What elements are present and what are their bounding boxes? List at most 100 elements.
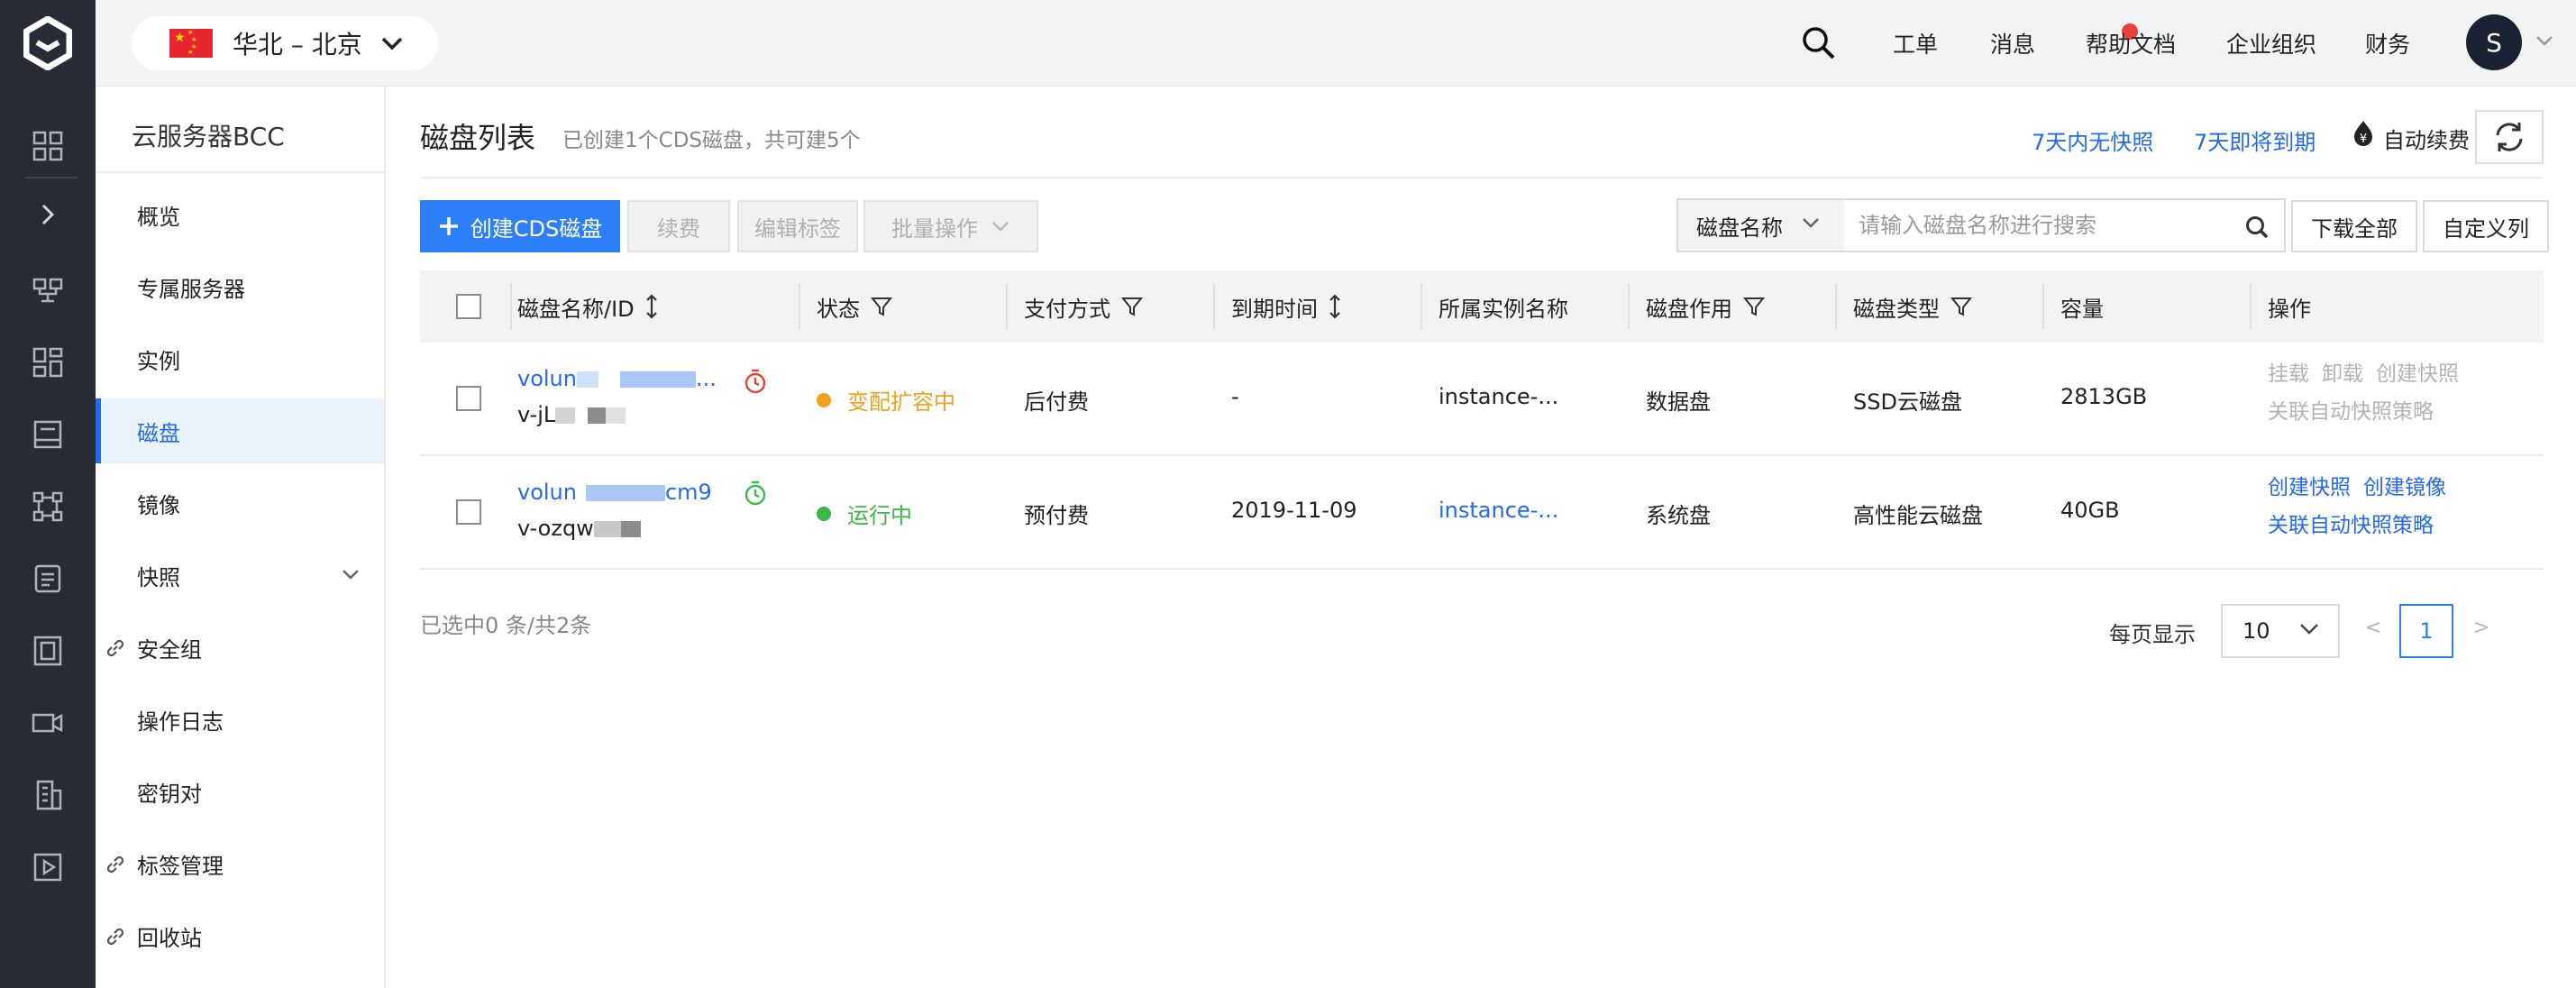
rail-office[interactable] bbox=[0, 759, 96, 831]
edit-tags-button[interactable]: 编辑标签 bbox=[737, 200, 858, 252]
expire-cell: 2019-11-09 bbox=[1231, 498, 1357, 523]
renew-button[interactable]: 续费 bbox=[627, 200, 730, 252]
disk-name-link[interactable]: volun cm9 bbox=[517, 480, 712, 505]
rail-video[interactable] bbox=[0, 687, 96, 759]
sidebar-item-instances[interactable]: 实例 bbox=[96, 326, 384, 391]
col-expire: 到期时间 bbox=[1231, 270, 1341, 343]
sidebar-item-overview[interactable]: 概览 bbox=[96, 182, 384, 247]
finance-link[interactable]: 财务 bbox=[2365, 27, 2410, 59]
usage-cell: 系统盘 bbox=[1646, 503, 1711, 528]
chevron-down-icon bbox=[341, 568, 361, 581]
download-all-button[interactable]: 下载全部 bbox=[2291, 200, 2417, 252]
sidebar-item-recycle-bin[interactable]: 回收站 bbox=[96, 903, 384, 968]
column-divider bbox=[1628, 283, 1630, 330]
row-checkbox[interactable] bbox=[456, 499, 481, 525]
search-input[interactable] bbox=[1859, 202, 2237, 249]
disk-table: 磁盘名称/ID 状态 支付方式 到期时间 所属实例名称 磁盘作用 磁盘类型 容量… bbox=[420, 270, 2544, 570]
rail-database[interactable] bbox=[0, 543, 96, 615]
rail-dashboard[interactable] bbox=[0, 110, 96, 182]
rail-play[interactable] bbox=[0, 831, 96, 903]
region-selector[interactable]: ★ ★ ★ ★ ★ 华北 – 北京 bbox=[132, 16, 438, 70]
page-1-button[interactable]: 1 bbox=[2399, 604, 2453, 658]
rail-expand[interactable] bbox=[0, 178, 96, 251]
instance-link[interactable]: instance-... bbox=[1439, 498, 1558, 523]
unmount-action[interactable]: 卸载 bbox=[2322, 362, 2363, 386]
sidebar-item-images[interactable]: 镜像 bbox=[96, 471, 384, 535]
help-docs-link[interactable]: 帮助文档 bbox=[2086, 27, 2176, 59]
filter-icon[interactable] bbox=[1950, 296, 1972, 317]
col-name-id-label: 磁盘名称/ID bbox=[517, 296, 635, 322]
filter-icon[interactable] bbox=[1743, 296, 1765, 317]
auto-snapshot-policy-action[interactable]: 关联自动快照策略 bbox=[2268, 400, 2434, 424]
sidebar-item-dedicated-server[interactable]: 专属服务器 bbox=[96, 254, 384, 319]
rail-network[interactable] bbox=[0, 254, 96, 326]
timer-icon bbox=[743, 480, 768, 507]
header-divider bbox=[420, 177, 2544, 178]
table-row: volun... v-jL 变配扩容中 后付费 - instance-... 数… bbox=[420, 343, 2544, 456]
rail-grid[interactable] bbox=[0, 326, 96, 398]
search-field-label: 磁盘名称 bbox=[1696, 215, 1783, 241]
row-actions: 创建快照 创建镜像 关联自动快照策略 bbox=[2268, 469, 2459, 544]
sidebar-item-tag-management[interactable]: 标签管理 bbox=[96, 831, 384, 896]
sort-icon[interactable] bbox=[645, 293, 658, 320]
create-image-action[interactable]: 创建镜像 bbox=[2363, 476, 2446, 499]
sidebar-item-disks[interactable]: 磁盘 bbox=[96, 398, 384, 463]
filter-icon[interactable] bbox=[1121, 296, 1143, 317]
rail-storage[interactable] bbox=[0, 398, 96, 471]
sidebar-item-operation-log[interactable]: 操作日志 bbox=[96, 687, 384, 752]
disk-name-link[interactable]: volun... bbox=[517, 366, 717, 391]
external-link-icon bbox=[105, 854, 126, 875]
play-icon bbox=[33, 853, 62, 882]
messages-link[interactable]: 消息 bbox=[1990, 27, 2035, 59]
prev-page-button[interactable]: < bbox=[2365, 617, 2381, 639]
enterprise-org-link[interactable]: 企业组织 bbox=[2226, 27, 2316, 59]
search-submit-button[interactable] bbox=[2241, 211, 2273, 243]
per-page-select[interactable]: 10 bbox=[2221, 604, 2340, 658]
database-icon bbox=[34, 564, 61, 593]
active-indicator bbox=[96, 398, 101, 463]
batch-operations-button[interactable]: 批量操作 bbox=[863, 200, 1038, 252]
sidebar-item-snapshots[interactable]: 快照 bbox=[96, 543, 384, 608]
rail-building[interactable] bbox=[0, 615, 96, 687]
sidebar-item-key-pairs[interactable]: 密钥对 bbox=[96, 759, 384, 824]
column-divider bbox=[799, 283, 800, 330]
sidebar-item-security-group[interactable]: 安全组 bbox=[96, 615, 384, 680]
refresh-button[interactable] bbox=[2475, 110, 2544, 164]
instance-cell: instance-... bbox=[1439, 384, 1559, 409]
product-sidebar: 云服务器BCC 概览 专属服务器 实例 磁盘 镜像 快照 安全组 操作日志 密钥… bbox=[96, 87, 386, 988]
filter-icon[interactable] bbox=[871, 296, 892, 317]
user-avatar[interactable]: S bbox=[2466, 14, 2522, 70]
chevron-down-icon bbox=[1801, 216, 1821, 229]
redacted-text bbox=[585, 485, 665, 501]
column-divider bbox=[510, 283, 512, 330]
row-checkbox[interactable] bbox=[456, 386, 481, 411]
create-snapshot-action[interactable]: 创建快照 bbox=[2376, 362, 2459, 386]
create-snapshot-action[interactable]: 创建快照 bbox=[2268, 476, 2351, 499]
auto-renew-link[interactable]: 自动续费 bbox=[2383, 123, 2470, 154]
expiring-filter-link[interactable]: 7天即将到期 bbox=[2194, 124, 2316, 156]
search-field-select[interactable]: 磁盘名称 bbox=[1678, 200, 1844, 251]
mount-action[interactable]: 挂载 bbox=[2268, 362, 2309, 386]
col-status: 状态 bbox=[817, 270, 892, 343]
no-snapshot-filter-link[interactable]: 7天内无快照 bbox=[2032, 124, 2153, 156]
auto-snapshot-policy-action[interactable]: 关联自动快照策略 bbox=[2268, 514, 2434, 537]
select-all-checkbox[interactable] bbox=[456, 294, 481, 319]
ticket-link[interactable]: 工单 bbox=[1893, 27, 1938, 59]
cloud-logo[interactable] bbox=[0, 0, 96, 87]
create-cds-disk-button[interactable]: 创建CDS磁盘 bbox=[420, 200, 620, 252]
chevron-down-icon bbox=[2298, 622, 2320, 636]
batch-operations-label: 批量操作 bbox=[891, 215, 978, 242]
next-page-button[interactable]: > bbox=[2473, 617, 2489, 639]
region-label: 华北 – 北京 bbox=[233, 30, 362, 59]
status-dot bbox=[817, 392, 831, 407]
global-search-button[interactable] bbox=[1797, 22, 1841, 65]
col-status-label: 状态 bbox=[817, 296, 860, 322]
chevron-down-icon[interactable] bbox=[2535, 34, 2554, 47]
status-text: 运行中 bbox=[847, 503, 912, 528]
external-link-icon bbox=[105, 637, 126, 659]
sort-icon[interactable] bbox=[1329, 293, 1341, 320]
expand-arrow-icon bbox=[41, 204, 55, 225]
rail-nodes[interactable] bbox=[0, 471, 96, 543]
redacted-text bbox=[588, 407, 607, 424]
custom-columns-button[interactable]: 自定义列 bbox=[2423, 200, 2549, 252]
